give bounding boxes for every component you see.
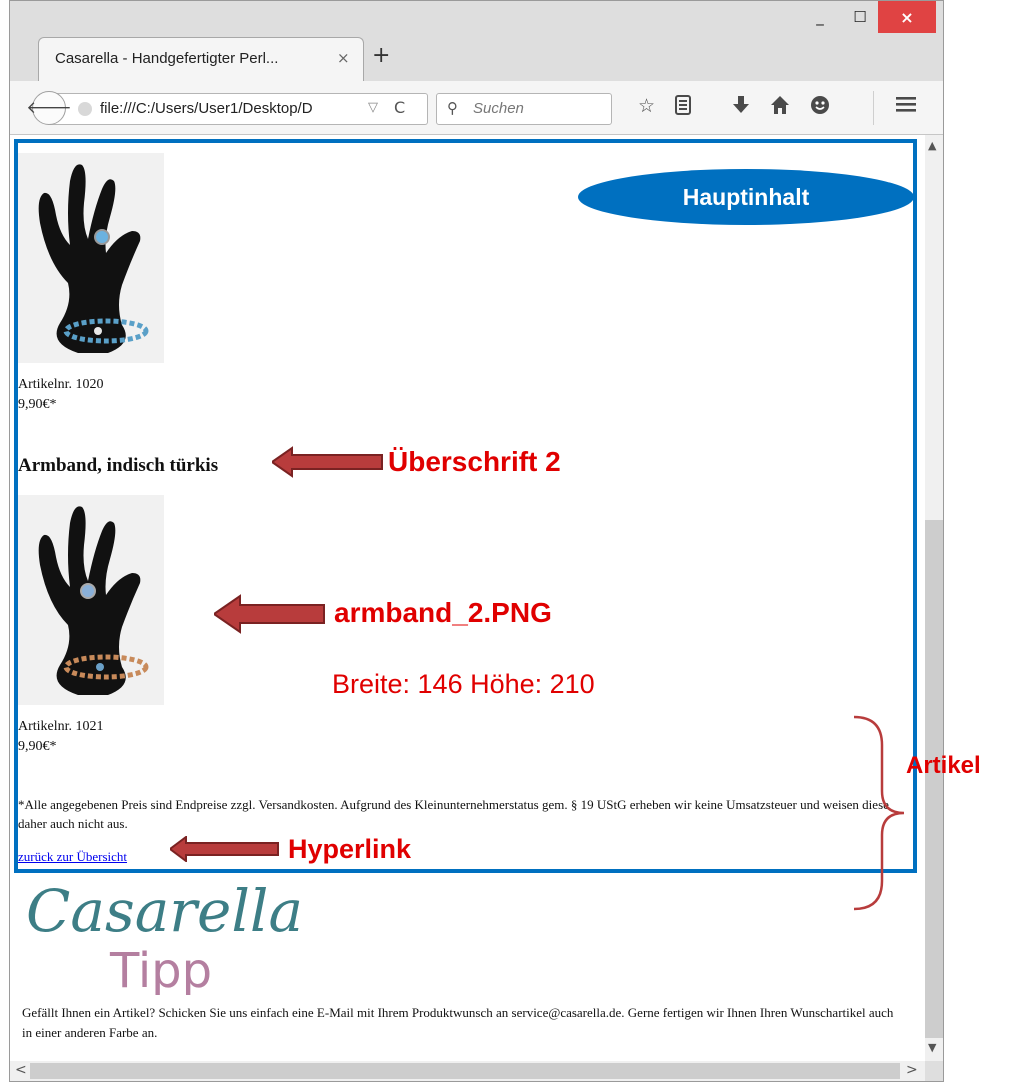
maximize-button[interactable]: ☐ <box>840 1 880 33</box>
annotation-hyperlink: Hyperlink <box>288 834 412 864</box>
annotation-artikel: Artikel <box>906 752 981 779</box>
annotation-heading2: Überschrift 2 <box>388 446 561 477</box>
back-button[interactable]: 🡐 <box>26 91 72 125</box>
footer-tip-text: Gefällt Ihnen ein Artikel? Schicken Sie … <box>22 1005 894 1040</box>
reload-icon[interactable]: C <box>394 98 405 117</box>
home-icon[interactable] <box>770 95 790 120</box>
logo-tipp-text: Tipp <box>109 943 212 995</box>
globe-icon <box>78 102 92 116</box>
price-1: 9,90€* <box>18 397 57 412</box>
address-bar[interactable]: file:///C:/Users/User1/Desktop/D ▽ C <box>50 93 428 125</box>
bookmark-star-icon[interactable]: ☆ <box>638 95 655 117</box>
browser-window: _ ☐ × Casarella - Handgefertigter Perl..… <box>9 0 944 1082</box>
arrow-to-image <box>214 594 325 634</box>
scroll-left-icon[interactable]: < <box>15 1062 27 1078</box>
article-brace-icon <box>853 715 905 911</box>
tab-close-icon[interactable]: × <box>337 49 350 67</box>
search-box[interactable]: ⚲ Suchen <box>436 93 612 125</box>
annotation-image-size: Breite: 146 Höhe: 210 <box>332 669 595 699</box>
horizontal-scrollbar[interactable]: < > <box>10 1061 925 1081</box>
price-2: 9,90€* <box>18 739 57 754</box>
tab-casarella[interactable]: Casarella - Handgefertigter Perl... × <box>38 37 364 81</box>
arrow-to-heading <box>272 446 383 478</box>
close-window-button[interactable]: × <box>878 1 936 33</box>
scroll-down-icon[interactable]: ▼ <box>928 1041 936 1054</box>
main-content-frame: Artikelnr. 1020 9,90€* Armband, indisch … <box>14 139 917 873</box>
article-number-1: Artikelnr. 1020 <box>18 377 104 392</box>
minimize-button[interactable]: _ <box>800 1 840 33</box>
scroll-right-icon[interactable]: > <box>906 1062 918 1078</box>
url-dropdown-icon[interactable]: ▽ <box>368 100 378 115</box>
hello-icon[interactable] <box>810 95 830 120</box>
scroll-up-icon[interactable]: ▲ <box>928 139 936 152</box>
main-content-label: Hauptinhalt <box>578 169 914 225</box>
price-notice: *Alle angegebenen Preis sind Endpreise z… <box>18 797 889 831</box>
toolbar-separator <box>873 91 874 125</box>
url-text[interactable]: file:///C:/Users/User1/Desktop/D <box>100 100 360 117</box>
search-placeholder: Suchen <box>473 100 524 117</box>
logo-casarella-text: Casarella <box>26 877 303 945</box>
tab-title: Casarella - Handgefertigter Perl... <box>55 50 279 67</box>
back-arrow-icon: 🡐 <box>26 98 72 118</box>
title-bar: _ ☐ × Casarella - Handgefertigter Perl..… <box>10 1 943 81</box>
product-image-1020 <box>18 153 164 363</box>
back-to-overview-link[interactable]: zurück zur Übersicht <box>18 849 127 865</box>
search-icon: ⚲ <box>447 99 458 117</box>
navigation-toolbar: file:///C:/Users/User1/Desktop/D ▽ C 🡐 ⚲… <box>10 81 943 135</box>
menu-icon[interactable] <box>896 95 916 118</box>
product-image-armband-2 <box>18 495 164 705</box>
vertical-scrollbar[interactable]: ▲ ▼ <box>925 135 943 1061</box>
download-icon[interactable] <box>732 95 750 120</box>
annotation-image-name: armband_2.PNG <box>334 597 552 628</box>
casarella-tipp-logo: Casarella Tipp <box>22 875 322 999</box>
arrow-to-link <box>170 836 279 862</box>
horizontal-scroll-thumb[interactable] <box>30 1063 900 1079</box>
reading-list-icon[interactable] <box>674 95 692 120</box>
product-heading: Armband, indisch türkis <box>18 455 219 476</box>
new-tab-button[interactable]: + <box>372 43 390 68</box>
article-number-2: Artikelnr. 1021 <box>18 719 104 734</box>
